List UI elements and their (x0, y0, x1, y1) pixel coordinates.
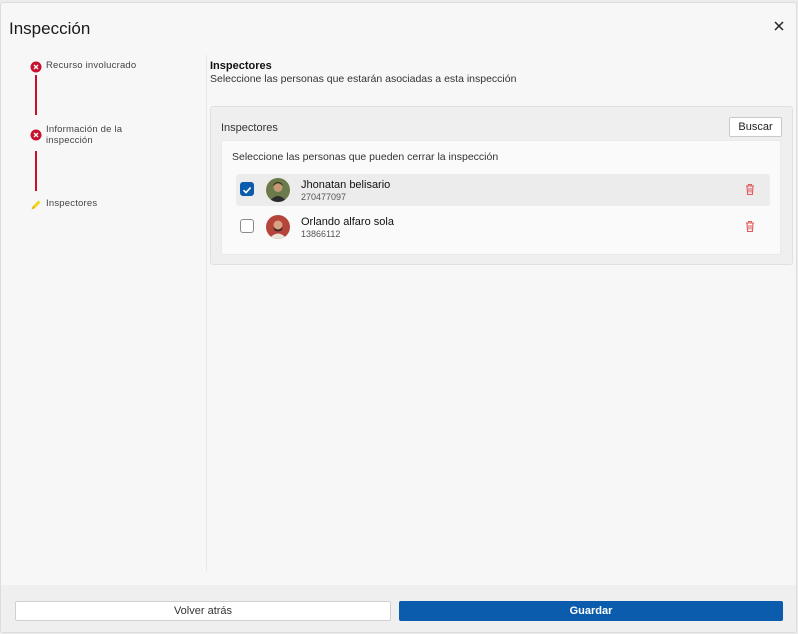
inspectors-panel: Inspectores Buscar Seleccione las person… (210, 106, 793, 265)
section-title: Inspectores (210, 60, 272, 72)
step-label: Inspectores (46, 198, 98, 209)
step-recurso-involucrado[interactable]: Recurso involucrado (30, 60, 137, 73)
error-icon (30, 128, 42, 141)
step-label: Información de la inspección (46, 124, 123, 146)
checkbox-unchecked[interactable] (240, 219, 254, 233)
trash-icon[interactable] (744, 183, 756, 196)
inspection-dialog: Inspección Recurso involucrado Informaci… (0, 2, 797, 633)
avatar (266, 178, 290, 202)
step-informacion-inspeccion[interactable]: Información de la inspección (30, 124, 156, 146)
step-label: Recurso involucrado (46, 60, 137, 71)
list-item[interactable]: Orlando alfaro sola 13866112 (236, 211, 770, 243)
avatar (266, 215, 290, 239)
error-icon (30, 60, 42, 73)
step-connector (35, 151, 37, 191)
step-inspectores[interactable]: Inspectores (30, 198, 97, 210)
stepper: Recurso involucrado Información de la in… (1, 55, 207, 571)
pencil-icon (30, 198, 42, 210)
person-id: 13866112 (301, 229, 341, 239)
back-button[interactable]: Volver atrás (15, 601, 391, 621)
list-instruction: Seleccione las personas que pueden cerra… (232, 151, 499, 163)
close-icon[interactable] (772, 19, 786, 33)
person-name: Orlando alfaro sola (301, 216, 394, 228)
panel-label: Inspectores (221, 122, 278, 134)
dialog-footer: Volver atrás Guardar (1, 585, 796, 632)
inspectors-list: Seleccione las personas que pueden cerra… (221, 140, 781, 255)
check-icon (242, 187, 252, 194)
search-button[interactable]: Buscar (729, 117, 782, 137)
dialog-title: Inspección (9, 19, 91, 38)
trash-icon[interactable] (744, 220, 756, 233)
person-name: Jhonatan belisario (301, 179, 391, 191)
section-header: Inspectores Seleccione las personas que … (210, 60, 794, 85)
save-button[interactable]: Guardar (399, 601, 783, 621)
section-subtitle: Seleccione las personas que estarán asoc… (210, 73, 517, 85)
list-item[interactable]: Jhonatan belisario 270477097 (236, 174, 770, 206)
step-connector (35, 75, 37, 115)
checkbox-checked[interactable] (240, 182, 254, 196)
person-id: 270477097 (301, 192, 347, 202)
